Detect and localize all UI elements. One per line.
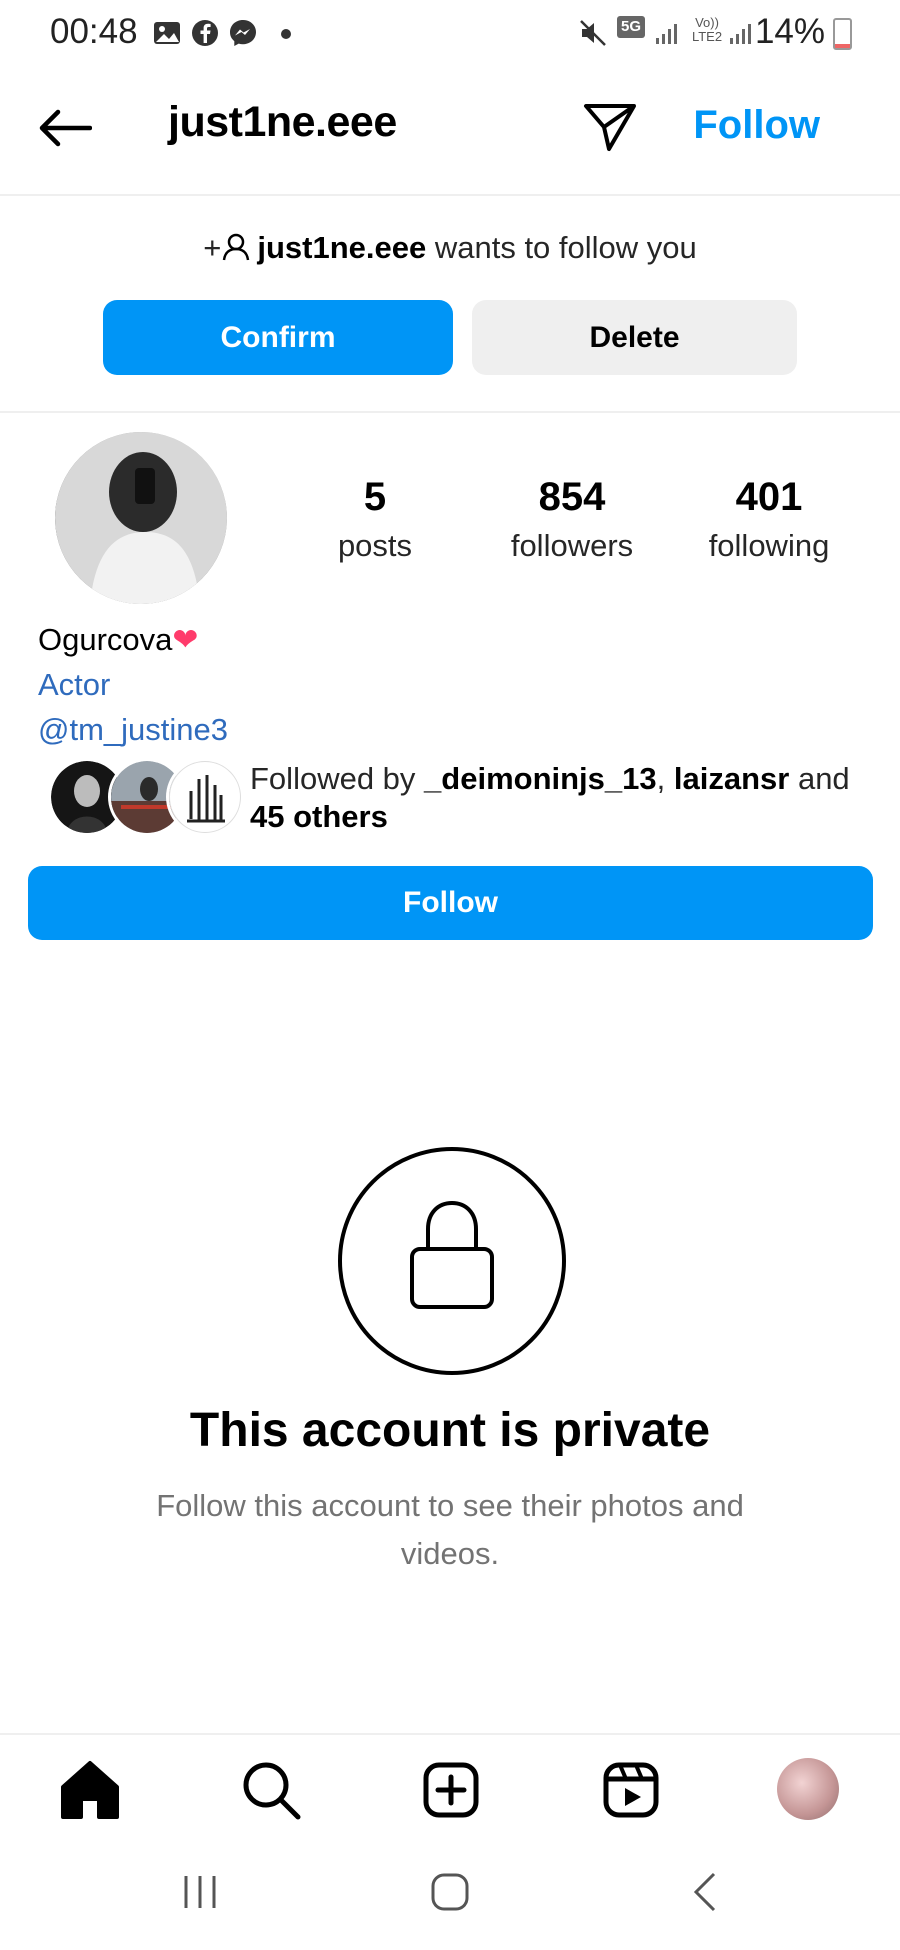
delete-button[interactable]: Delete (472, 300, 797, 375)
header-follow-button[interactable]: Follow (693, 103, 820, 148)
home-circle-icon[interactable] (428, 1870, 472, 1914)
stat-following[interactable]: 401 following (669, 475, 869, 564)
heart-emoji: ❤ (172, 622, 199, 657)
confirm-button[interactable]: Confirm (103, 300, 453, 375)
following-count: 401 (735, 475, 803, 519)
request-plus: + (203, 230, 222, 265)
facebook-icon (192, 20, 218, 46)
messenger-icon (230, 20, 256, 46)
search-icon[interactable] (236, 1755, 306, 1825)
followed-by-user-1: _deimoninjs_13 (424, 761, 657, 796)
private-title: This account is private (189, 1404, 711, 1457)
profile-category: Actor (38, 667, 111, 702)
followed-by-text[interactable]: Followed by _deimoninjs_13, laizansr and… (250, 760, 870, 836)
followed-by-joiner: and (797, 761, 850, 796)
create-icon[interactable] (416, 1755, 486, 1825)
header-username: just1ne.eee (168, 98, 397, 146)
reels-icon[interactable] (596, 1755, 666, 1825)
mute-icon (580, 20, 606, 46)
5g-icon: 5G (617, 16, 645, 38)
header-divider (0, 194, 900, 196)
recents-icon[interactable] (178, 1870, 222, 1914)
gallery-icon (154, 22, 180, 44)
signal-icon (656, 24, 677, 44)
stat-followers[interactable]: 854 followers (472, 475, 672, 564)
request-username[interactable]: just1ne.eee (257, 230, 426, 265)
followed-by-others: 45 others (250, 799, 388, 834)
battery-percent: 14% (754, 12, 825, 51)
avatar-photo (55, 432, 227, 604)
follow-request-text: + just1ne.eee wants to follow you (0, 230, 900, 266)
following-label: following (708, 528, 830, 563)
followers-label: followers (510, 528, 634, 563)
back-arrow-icon[interactable] (38, 108, 92, 148)
profile-avatar[interactable] (55, 432, 227, 604)
signal-icon-2 (730, 24, 751, 44)
followed-by-prefix: Followed by (250, 761, 416, 796)
battery-icon (833, 18, 852, 50)
profile-name-text: Ogurcova (38, 622, 173, 657)
private-subtitle: Follow this account to see their photos … (156, 1488, 744, 1571)
followed-by-user-2: laizansr (673, 761, 790, 796)
home-icon[interactable] (55, 1755, 125, 1825)
profile-name: Ogurcova❤ (38, 622, 198, 658)
profile-handle-link[interactable]: @tm_justine3 (38, 712, 228, 748)
stat-posts[interactable]: 5 posts (275, 475, 475, 564)
private-lock-circle (338, 1147, 566, 1375)
dot-icon (281, 29, 291, 39)
followers-count: 854 (538, 475, 606, 519)
volte-icon: Vo)) LTE2 (691, 15, 723, 44)
posts-count: 5 (363, 475, 387, 519)
status-time: 00:48 (50, 12, 138, 51)
lock-icon (410, 1200, 494, 1309)
follow-button[interactable]: Follow (28, 866, 873, 940)
posts-label: posts (337, 528, 413, 563)
add-person-icon (223, 233, 250, 261)
request-divider (0, 411, 900, 413)
profile-tab-avatar[interactable] (777, 1758, 839, 1820)
request-message: wants to follow you (434, 230, 697, 265)
back-icon[interactable] (684, 1870, 728, 1914)
send-message-icon[interactable] (583, 102, 637, 152)
follower-avatar-3 (166, 758, 244, 836)
